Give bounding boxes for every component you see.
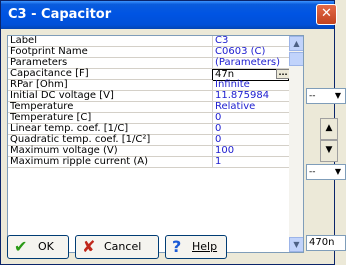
property-value[interactable]: 100 (212, 146, 289, 156)
input-value: 470n (309, 237, 335, 248)
property-label: Footprint Name (10, 46, 88, 57)
combo-value: -- (309, 167, 316, 177)
property-label: Parameters (10, 57, 68, 68)
scroll-thumb[interactable] (289, 52, 303, 66)
question-mark-icon: ? (172, 237, 182, 256)
property-value[interactable]: C3 (212, 36, 289, 46)
property-label: Initial DC voltage [V] (10, 90, 114, 101)
chevron-down-icon: ▼ (325, 145, 333, 155)
property-label: Label (10, 35, 37, 46)
property-label: Temperature (10, 101, 74, 112)
scroll-up-button[interactable]: ▲ (289, 36, 303, 51)
property-row[interactable]: Maximum ripple current (A) 1 (8, 157, 289, 168)
chevron-down-icon: ▼ (334, 91, 342, 100)
property-label: Maximum ripple current (A) (10, 156, 149, 167)
combo-value: -- (309, 91, 316, 101)
property-value[interactable]: 1 (212, 157, 289, 167)
property-value[interactable]: 0 (212, 124, 289, 134)
cancel-button[interactable]: ✘ Cancel (75, 235, 159, 259)
background-value-input[interactable]: 470n (306, 235, 346, 251)
property-value[interactable]: 11.875984 (212, 91, 289, 101)
property-label: Temperature [C] (10, 112, 92, 123)
ok-button[interactable]: ✔ OK (7, 235, 69, 259)
close-button[interactable]: ✕ (316, 4, 337, 25)
property-label: Capacitance [F] (10, 68, 89, 79)
help-button[interactable]: ? Help (165, 235, 227, 259)
chevron-up-icon: ▲ (293, 39, 300, 48)
capacitor-dialog: C3 - Capacitor ✕ Label C3 Footprint Name… (0, 0, 337, 265)
background-combo[interactable]: -- ▼ (306, 164, 346, 180)
property-label: Quadratic temp. coef. [1/C²] (10, 134, 151, 145)
property-value[interactable]: 0 (212, 135, 289, 145)
cancel-button-label: Cancel (104, 240, 142, 253)
property-value[interactable]: (Parameters) (212, 58, 289, 68)
title-bar[interactable]: C3 - Capacitor (1, 1, 334, 29)
background-combo[interactable]: -- ▼ (306, 88, 346, 104)
property-label: Maximum voltage (V) (10, 145, 118, 156)
spin-up-button[interactable]: ▲ (320, 118, 338, 140)
property-value[interactable]: Relative (212, 102, 289, 112)
cross-icon: ✘ (82, 237, 96, 256)
vertical-scrollbar[interactable]: ▲ ▼ (289, 36, 303, 252)
close-icon: ✕ (321, 6, 332, 21)
scroll-down-button[interactable]: ▼ (289, 237, 303, 252)
help-button-label: Help (192, 240, 218, 253)
property-value[interactable]: 0 (212, 113, 289, 123)
property-value[interactable]: Infinite (212, 80, 289, 90)
chevron-down-icon: ▼ (334, 167, 342, 176)
property-value[interactable]: C0603 (C) (212, 47, 289, 57)
chevron-up-icon: ▲ (325, 123, 333, 133)
window-title: C3 - Capacitor (8, 7, 112, 22)
spin-down-button[interactable]: ▼ (320, 140, 338, 162)
ok-button-label: OK (38, 240, 54, 253)
ellipsis-button[interactable]: ... (276, 69, 290, 79)
chevron-down-icon: ▼ (293, 240, 300, 249)
property-label: RPar [Ohm] (10, 79, 68, 90)
property-grid: Label C3 Footprint Name C0603 (C) Parame… (7, 35, 304, 253)
property-label: Linear temp. coef. [1/C] (10, 123, 129, 134)
checkmark-icon: ✔ (14, 237, 28, 256)
